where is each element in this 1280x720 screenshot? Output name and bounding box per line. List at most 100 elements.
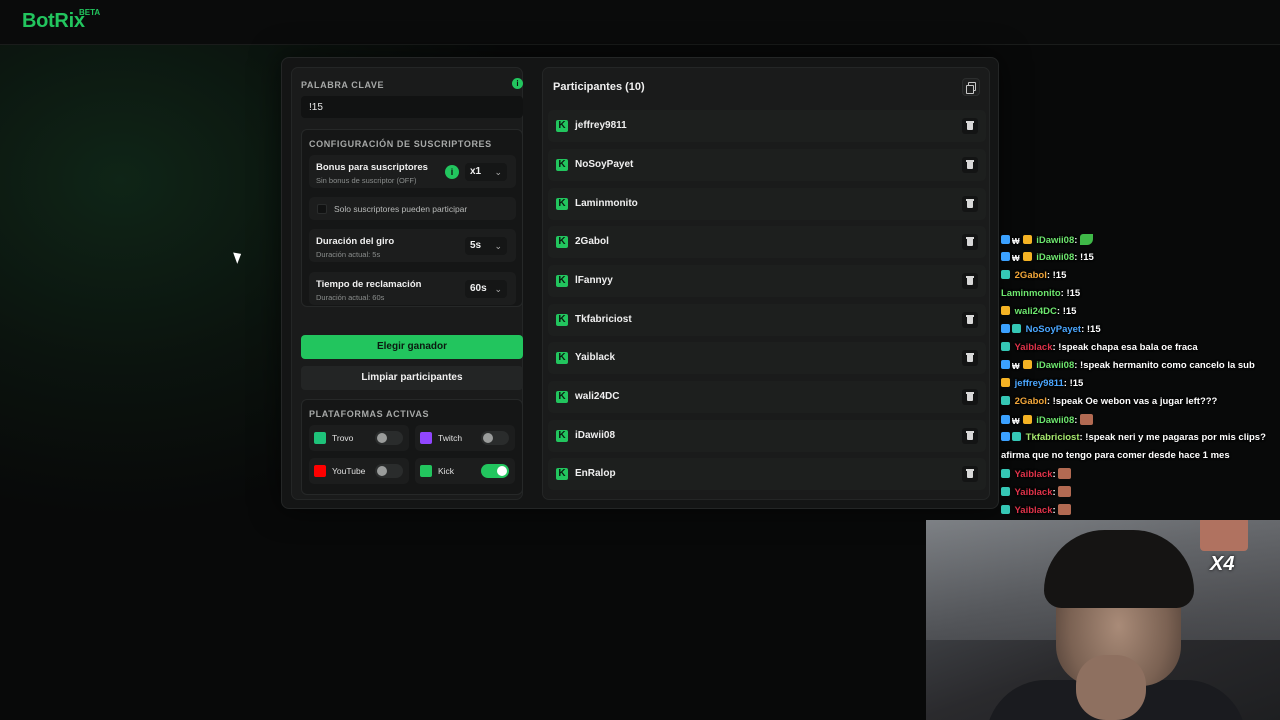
chat-overlay: ₩ iDawii08: ₩ iDawii08: !15 2Gabol: !15 … [999, 214, 1280, 520]
beta-badge: BETA [79, 8, 101, 17]
toggle-knob [377, 466, 387, 476]
chat-username: iDawii08 [1036, 235, 1075, 246]
mouse-cursor-icon [233, 250, 244, 264]
trash-icon[interactable] [962, 389, 978, 405]
copy-icon[interactable] [962, 78, 980, 96]
participant-row: K Tkfabriciost [548, 304, 986, 336]
kick-icon: K [556, 430, 568, 442]
badge-icon [1001, 487, 1010, 496]
chat-message: Yaiblack: [1001, 504, 1072, 516]
emote-icon [1080, 414, 1094, 425]
bonus-multiplier-value: x1 [470, 166, 482, 177]
chat-message: ₩ iDawii08: !speak hermanito como cancel… [1001, 360, 1255, 371]
trash-icon[interactable] [962, 350, 978, 366]
trash-icon[interactable] [962, 196, 978, 212]
info-icon[interactable]: i [445, 165, 459, 179]
platform-name: YouTube [332, 466, 366, 476]
trash-icon[interactable] [962, 312, 978, 328]
chevron-down-icon: ⌄ [494, 167, 502, 177]
participant-name: lFannyy [575, 275, 613, 286]
keyword-input[interactable] [301, 96, 523, 118]
chat-text: : !15 [1046, 270, 1067, 281]
spin-duration-value: 5s [470, 240, 482, 251]
trash-icon[interactable] [962, 118, 978, 134]
only-subs-row[interactable]: Solo suscriptores pueden participar [309, 197, 516, 220]
participant-name: Laminmonito [575, 198, 638, 209]
trovo-toggle[interactable] [375, 431, 403, 445]
chat-username: Tkfabriciost [1025, 432, 1080, 443]
chat-text: : !15 [1056, 306, 1077, 317]
bonus-multiplier-select[interactable]: x1 ⌄ [465, 163, 507, 181]
platform-youtube: YouTube [309, 458, 409, 484]
trash-icon[interactable] [962, 234, 978, 250]
kick-icon: K [556, 120, 568, 132]
badge-icon: ₩ [1012, 254, 1020, 263]
participant-row: K Laminmonito [548, 188, 986, 220]
badge-icon [1022, 235, 1032, 244]
chat-username: 2Gabol [1014, 270, 1047, 281]
bonus-label: Bonus para suscriptores [316, 162, 428, 173]
trash-icon[interactable] [962, 428, 978, 444]
chat-username: NoSoyPayet [1025, 324, 1082, 335]
claim-time-value: 60s [470, 283, 487, 294]
participant-row: K EnRalop [548, 458, 986, 490]
chat-message: 2Gabol: !15 [1001, 270, 1066, 281]
toggle-knob [483, 433, 493, 443]
badge-icon [1001, 360, 1010, 369]
chat-text: : !speak hermanito como cancelo la sub [1074, 360, 1255, 371]
participant-row: K NoSoyPayet [548, 149, 986, 181]
chat-text: : !15 [1074, 252, 1094, 263]
chat-username: wali24DC [1014, 306, 1057, 317]
chat-message: ₩ iDawii08: [1001, 234, 1094, 246]
toggle-knob [377, 433, 387, 443]
twitch-toggle[interactable] [481, 431, 509, 445]
claim-time-row: Tiempo de reclamación Duración actual: 6… [309, 272, 516, 305]
participant-name: Tkfabriciost [575, 314, 632, 325]
pick-winner-button[interactable]: Elegir ganador [301, 335, 523, 359]
badge-icon [1001, 252, 1010, 261]
kick-toggle[interactable] [481, 464, 509, 478]
emote-multiplier: X4 [1210, 553, 1235, 575]
subscriber-config: CONFIGURACIÓN DE SUSCRIPTORES Bonus para… [301, 129, 523, 307]
chat-username: iDawii08 [1036, 252, 1075, 263]
spin-duration-select[interactable]: 5s ⌄ [465, 237, 507, 255]
participants-column: Participantes (10) K jeffrey9811 K NoSoy… [542, 67, 990, 500]
trash-icon[interactable] [962, 157, 978, 173]
youtube-toggle[interactable] [375, 464, 403, 478]
platform-name: Kick [438, 466, 455, 476]
info-icon[interactable]: i [512, 78, 523, 89]
clear-participants-button[interactable]: Limpiar participantes [301, 366, 523, 390]
chat-message: ₩ iDawii08: [1001, 414, 1094, 426]
chat-username: Yaiblack [1014, 342, 1053, 353]
subscriber-config-title: CONFIGURACIÓN DE SUSCRIPTORES [309, 139, 492, 149]
badge-icon: ₩ [1012, 417, 1020, 426]
participant-name: iDawii08 [575, 430, 616, 441]
only-subs-checkbox[interactable] [317, 204, 327, 214]
emote-icon [1080, 234, 1094, 245]
kick-icon: K [556, 159, 568, 171]
badge-icon: ₩ [1012, 362, 1020, 371]
toggle-knob [497, 466, 507, 476]
twitch-icon [420, 432, 432, 444]
trash-icon[interactable] [962, 466, 978, 482]
settings-column: PALABRA CLAVE i CONFIGURACIÓN DE SUSCRIP… [291, 67, 523, 500]
chevron-down-icon: ⌄ [494, 284, 502, 294]
botrix-logo[interactable]: BotRix [22, 10, 85, 33]
trash-icon[interactable] [962, 273, 978, 289]
chat-message: ₩ iDawii08: !15 [1001, 252, 1094, 263]
badge-icon [1012, 324, 1021, 333]
subscriber-bonus-row: Bonus para suscriptores Sin bonus de sus… [309, 155, 516, 188]
emote-icon [1058, 486, 1072, 497]
participant-name: Yaiblack [575, 352, 616, 363]
chat-username: iDawii08 [1036, 415, 1075, 426]
participant-name: EnRalop [575, 468, 616, 479]
webcam-feed: X4 [926, 520, 1280, 720]
badge-icon [1022, 252, 1032, 261]
platform-trovo: Trovo [309, 425, 409, 451]
kick-icon: K [556, 314, 568, 326]
participant-row: K lFannyy [548, 265, 986, 297]
chat-message: wali24DC: !15 [1001, 306, 1076, 317]
badge-icon [1001, 342, 1010, 351]
claim-time-select[interactable]: 60s ⌄ [465, 280, 507, 298]
trovo-icon [314, 432, 326, 444]
